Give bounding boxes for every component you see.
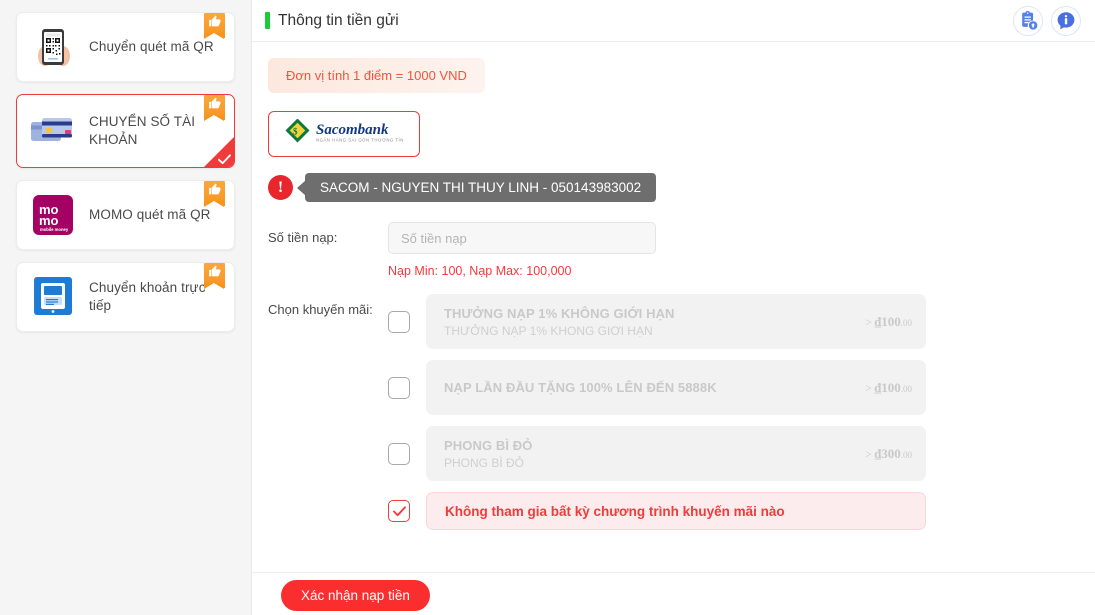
amount-field-row: Số tiền nạp: Nạp Min: 100, Nạp Max: 100,… [268, 222, 1095, 278]
sidebar-item-momo-qr[interactable]: mo mo mobile money MOMO quét mã QR [16, 180, 235, 250]
amount-label: Số tiền nạp: [268, 230, 338, 245]
svg-text:NGÂN HÀNG SÀI GÒN THƯƠNG TÍN: NGÂN HÀNG SÀI GÒN THƯƠNG TÍN [316, 138, 404, 143]
promotion-title: THƯỞNG NẠP 1% KHÔNG GIỚI HẠN [444, 305, 675, 321]
sidebar-item-account-transfer[interactable]: CHUYỂN SỐ TÀI KHOẢN [16, 94, 235, 168]
footer-divider [252, 572, 1095, 573]
promotion-list: THƯỞNG NẠP 1% KHÔNG GIỚI HẠN THƯỞNG NẠP … [388, 294, 1095, 541]
promotion-row: PHONG BÌ ĐỎ PHONG BÌ ĐỎ > ₫300.00 [388, 426, 1095, 481]
sidebar-item-label: Chuyển quét mã QR [89, 39, 214, 55]
report-upload-button[interactable] [1013, 5, 1043, 36]
promotion-price-main: 100 [881, 313, 901, 329]
online-banking-icon: ONLINE BANKING [27, 275, 79, 319]
thumbs-up-ribbon-icon [204, 95, 225, 121]
svg-text:Sacombank: Sacombank [316, 122, 389, 138]
check-icon [218, 154, 231, 165]
promotion-checkbox-1[interactable] [388, 310, 410, 333]
promotion-price-main: 100 [881, 379, 901, 395]
sacombank-logo-icon: $ Sacombank NGÂN HÀNG SÀI GÒN THƯƠNG TÍN [285, 119, 404, 143]
alert-exclamation-icon: ! [268, 175, 293, 200]
credit-cards-icon [27, 109, 79, 153]
promotion-label: Chọn khuyến mãi: [268, 302, 373, 317]
promotion-title: NẠP LẦN ĐẦU TẶNG 100% LÊN ĐẾN 5888K [444, 380, 717, 395]
svg-text:ONLINE BANKING: ONLINE BANKING [40, 315, 72, 319]
promotion-price-prefix: > [865, 316, 872, 329]
svg-text:$: $ [293, 127, 298, 137]
promotion-price-cents: 00 [903, 449, 912, 460]
promotion-row: THƯỞNG NẠP 1% KHÔNG GIỚI HẠN THƯỞNG NẠP … [388, 294, 1095, 349]
account-info-row: ! SACOM - NGUYEN THI THUY LINH - 0501439… [268, 173, 1095, 202]
thumbs-up-ribbon-icon [204, 263, 225, 289]
sidebar-item-direct-transfer[interactable]: ONLINE BANKING Chuyển khoản trực tiếp [16, 262, 235, 332]
unit-note: Đơn vị tính 1 điểm = 1000 VND [268, 58, 485, 93]
header-actions [1013, 5, 1081, 36]
promotion-price-main: 300 [881, 445, 901, 461]
deposit-page: Chuyển quét mã QR CHUYỂN SỐ TÀI KHOẢN mo… [0, 0, 1095, 615]
deposit-main-panel: Thông tin tiền gửi Đơn vị tính 1 điểm = … [252, 0, 1095, 615]
promotion-card-2[interactable]: NẠP LẦN ĐẦU TẶNG 100% LÊN ĐẾN 5888K > ₫1… [426, 360, 926, 415]
clipboard-upload-icon [1021, 11, 1037, 30]
promotion-card-3[interactable]: PHONG BÌ ĐỎ PHONG BÌ ĐỎ > ₫300.00 [426, 426, 926, 481]
promotion-checkbox-none[interactable] [388, 500, 410, 522]
confirm-deposit-button[interactable]: Xác nhận nạp tiền [281, 580, 430, 611]
promotion-price-prefix: > [865, 382, 872, 395]
promotion-subtitle: THƯỞNG NẠP 1% KHONG GIƠI HẠN [444, 323, 653, 338]
promotion-card-1[interactable]: THƯỞNG NẠP 1% KHÔNG GIỚI HẠN THƯỞNG NẠP … [426, 294, 926, 349]
promotion-price-cents: 00 [903, 383, 912, 394]
svg-text:mobile money: mobile money [40, 227, 69, 232]
promotion-card-none[interactable]: Không tham gia bất kỳ chương trình khuyế… [426, 492, 926, 530]
panel-header: Thông tin tiền gửi [252, 0, 1095, 42]
promotion-subtitle: PHONG BÌ ĐỎ [444, 455, 525, 470]
title-accent-bar [265, 12, 270, 29]
promotion-price-prefix: > [865, 448, 872, 461]
promotion-price: > ₫100.00 [865, 379, 912, 395]
deposit-form: Đơn vị tính 1 điểm = 1000 VND $ Sacomban… [252, 42, 1095, 541]
promotion-checkbox-2[interactable] [388, 376, 410, 399]
promotion-section: Chọn khuyến mãi: THƯỞNG NẠP 1% KHÔNG GIỚ… [268, 294, 1095, 541]
thumbs-up-ribbon-icon [204, 181, 225, 207]
promotion-row: NẠP LẦN ĐẦU TẶNG 100% LÊN ĐẾN 5888K > ₫1… [388, 360, 1095, 415]
amount-minmax-hint: Nạp Min: 100, Nạp Max: 100,000 [388, 264, 572, 278]
amount-input[interactable] [388, 222, 656, 254]
promotion-checkbox-3[interactable] [388, 442, 410, 465]
svg-text:mo: mo [39, 213, 59, 228]
info-bubble-icon [1057, 11, 1075, 29]
promotion-none-label: Không tham gia bất kỳ chương trình khuyế… [445, 503, 785, 519]
thumbs-up-ribbon-icon [204, 13, 225, 39]
sidebar-item-label: MOMO quét mã QR [89, 207, 211, 223]
check-icon [392, 505, 406, 516]
promotion-price: > ₫300.00 [865, 445, 912, 461]
phone-qr-icon [27, 25, 79, 69]
page-title: Thông tin tiền gửi [278, 11, 399, 29]
promotion-title: PHONG BÌ ĐỎ [444, 437, 533, 453]
sidebar-item-qr-transfer[interactable]: Chuyển quét mã QR [16, 12, 235, 82]
bank-option-sacombank[interactable]: $ Sacombank NGÂN HÀNG SÀI GÒN THƯƠNG TÍN [268, 111, 420, 157]
momo-logo-icon: mo mo mobile money [27, 193, 79, 237]
account-tooltip: SACOM - NGUYEN THI THUY LINH - 050143983… [305, 173, 657, 202]
promotion-row-none: Không tham gia bất kỳ chương trình khuyế… [388, 492, 1095, 530]
payment-method-sidebar: Chuyển quét mã QR CHUYỂN SỐ TÀI KHOẢN mo… [0, 0, 252, 615]
promotion-price-cents: 00 [903, 317, 912, 328]
info-button[interactable] [1051, 5, 1081, 36]
promotion-price: > ₫100.00 [865, 313, 912, 329]
